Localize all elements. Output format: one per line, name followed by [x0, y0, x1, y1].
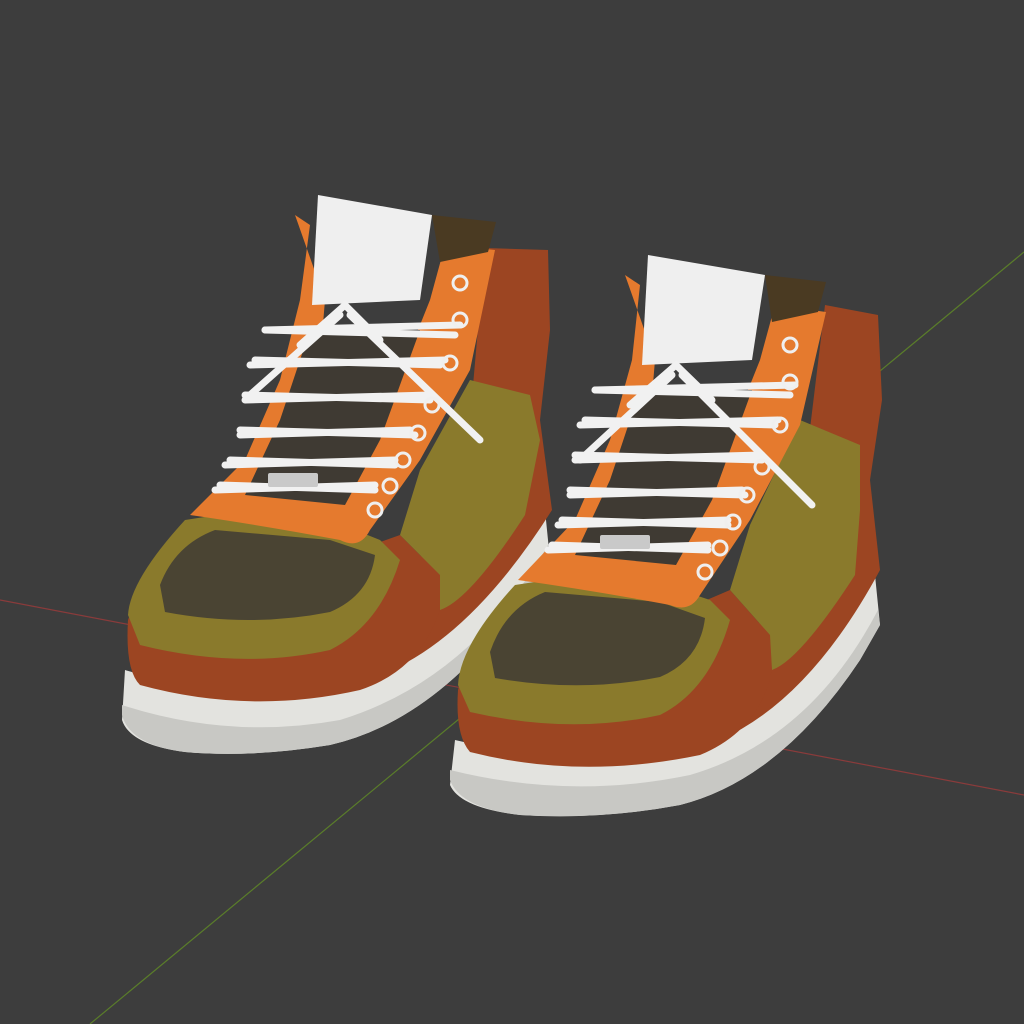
right-shoe-metal-tag [600, 535, 650, 549]
left-shoe-tongue [312, 195, 432, 305]
right-shoe-tongue [642, 255, 765, 365]
3d-viewport[interactable] [0, 0, 1024, 1024]
left-shoe-metal-tag [268, 473, 318, 487]
viewport-scene[interactable] [0, 0, 1024, 1024]
